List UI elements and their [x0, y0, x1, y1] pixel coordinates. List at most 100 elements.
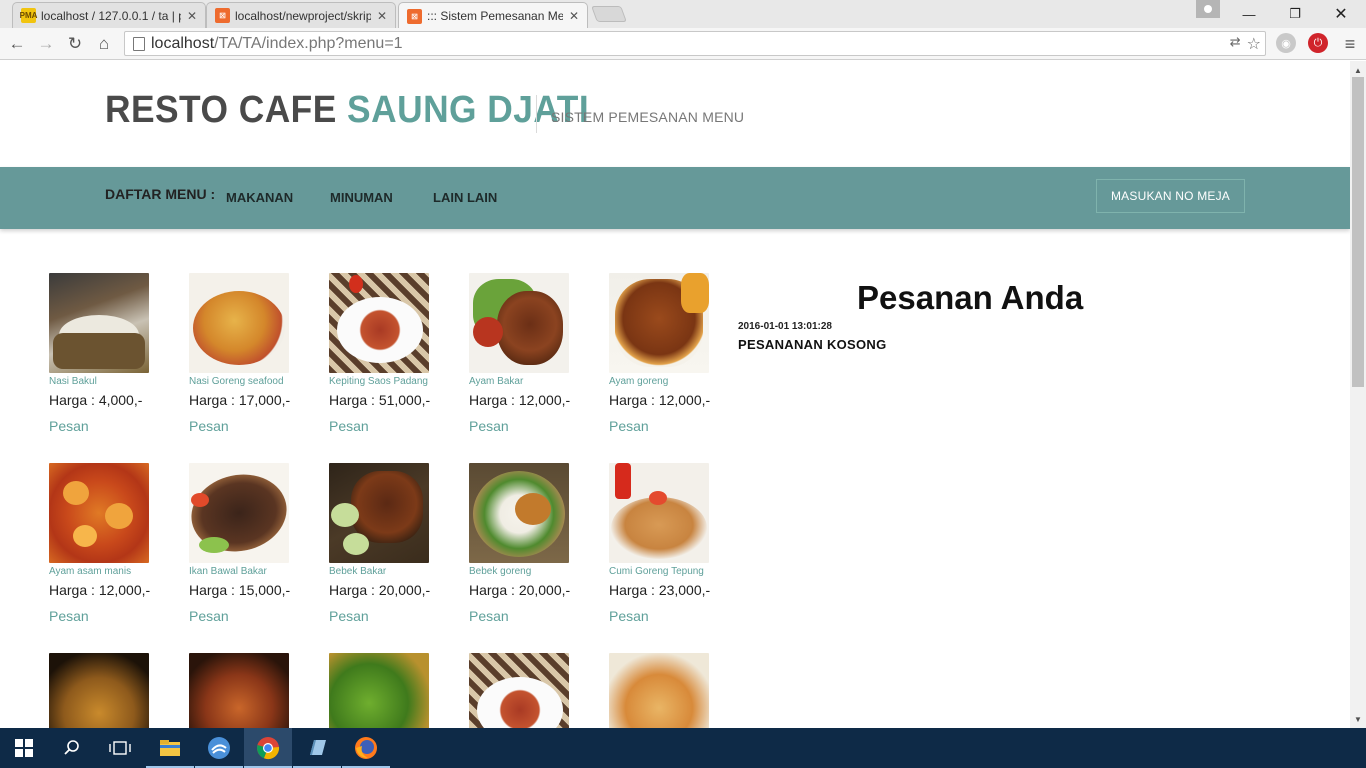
phpmyadmin-favicon-icon: PMA	[20, 8, 37, 23]
menu-item-name[interactable]: Ayam goreng	[609, 375, 709, 389]
browser-toolbar: ← → ↻ ⌂ localhost/TA/TA/index.php?menu=1…	[0, 28, 1366, 60]
menu-photo[interactable]	[49, 273, 149, 373]
url-host: localhost	[151, 34, 215, 52]
table-number-button[interactable]: MASUKAN NO MEJA	[1096, 179, 1245, 213]
address-bar[interactable]: localhost/TA/TA/index.php?menu=1 ⇄ ☆	[124, 31, 1266, 56]
scroll-up-arrow-icon[interactable]: ▲	[1350, 63, 1366, 77]
order-link[interactable]: Pesan	[49, 608, 169, 624]
site-brand[interactable]: RESTO CAFE SAUNG DJATI	[105, 89, 589, 132]
price-value: 12,000,-	[658, 392, 711, 408]
menu-item-price: Harga : 17,000,-	[189, 392, 309, 408]
order-link[interactable]: Pesan	[49, 418, 169, 434]
nav-item-lain-lain[interactable]: LAIN LAIN	[433, 190, 497, 205]
menu-item-name[interactable]: Ikan Bawal Bakar	[189, 565, 289, 579]
bookmark-star-icon[interactable]: ☆	[1247, 34, 1261, 54]
order-timestamp: 2016-01-01 13:01:28	[738, 321, 832, 332]
menu-item-name[interactable]: Ayam asam manis	[49, 565, 149, 579]
menu-item-name[interactable]: Ayam Bakar	[469, 375, 569, 389]
reload-icon[interactable]: ↻	[63, 32, 87, 56]
price-prefix: Harga :	[469, 392, 519, 408]
forward-arrow-icon[interactable]: →	[34, 32, 58, 56]
menu-photo[interactable]	[329, 653, 429, 728]
page-viewport: RESTO CAFE SAUNG DJATI SISTEM PEMESANAN …	[0, 61, 1350, 728]
new-tab-button[interactable]	[591, 6, 627, 22]
menu-photo[interactable]	[469, 273, 569, 373]
menu-photo[interactable]	[189, 653, 289, 728]
close-tab-icon[interactable]: ✕	[567, 9, 581, 23]
os-taskbar	[0, 728, 1366, 768]
chrome-icon[interactable]	[244, 728, 292, 768]
order-link[interactable]: Pesan	[189, 608, 309, 624]
app-browser-icon[interactable]	[195, 728, 243, 768]
site-tagline: SISTEM PEMESANAN MENU	[551, 109, 745, 125]
translate-icon[interactable]: ⇄	[1230, 34, 1241, 54]
menu-card: Ayam goreng Harga : 12,000,- Pesan	[609, 273, 729, 434]
browser-tab[interactable]: ⊠ localhost/newproject/skrip ✕	[206, 2, 396, 28]
order-link[interactable]: Pesan	[329, 418, 449, 434]
profile-icon[interactable]	[1196, 0, 1220, 18]
windows-start-icon[interactable]	[0, 728, 48, 768]
back-arrow-icon[interactable]: ←	[5, 32, 29, 56]
order-link[interactable]: Pesan	[469, 608, 589, 624]
browser-tab[interactable]: PMA localhost / 127.0.0.1 / ta | p ✕	[12, 2, 206, 28]
menu-photo[interactable]	[609, 653, 709, 728]
nav-item-makanan[interactable]: MAKANAN	[226, 190, 293, 205]
order-link[interactable]: Pesan	[329, 608, 449, 624]
menu-photo[interactable]	[469, 463, 569, 563]
order-link[interactable]: Pesan	[609, 608, 729, 624]
menu-item-name[interactable]: Cumi Goreng Tepung	[609, 565, 709, 579]
task-view-icon[interactable]	[96, 728, 144, 768]
file-explorer-icon[interactable]	[146, 728, 194, 768]
minimize-icon[interactable]: —	[1226, 0, 1272, 28]
restore-icon[interactable]: ❐	[1272, 0, 1318, 28]
menu-photo[interactable]	[609, 273, 709, 373]
browser-tab-active[interactable]: ⊠ ::: Sistem Pemesanan Menu ✕	[398, 2, 588, 29]
price-value: 23,000,-	[658, 582, 711, 598]
menu-photo[interactable]	[609, 463, 709, 563]
menu-photo[interactable]	[469, 653, 569, 728]
menu-item-price: Harga : 15,000,-	[189, 582, 309, 598]
menu-item-name[interactable]: Nasi Goreng seafood	[189, 375, 289, 389]
close-tab-icon[interactable]: ✕	[375, 9, 389, 23]
menu-card	[469, 653, 589, 728]
page-scrollbar[interactable]: ▲ ▼	[1350, 61, 1366, 728]
url-path: /TA/TA/index.php?menu=1	[214, 34, 403, 52]
text-editor-icon[interactable]	[293, 728, 341, 768]
brand-divider	[536, 95, 537, 133]
menu-item-name[interactable]: Kepiting Saos Padang	[329, 375, 429, 389]
menu-photo[interactable]	[329, 463, 429, 563]
browser-tab-title: localhost / 127.0.0.1 / ta | p	[41, 8, 181, 23]
price-value: 20,000,-	[518, 582, 571, 598]
address-url: localhost/TA/TA/index.php?menu=1	[151, 35, 403, 53]
menu-item-name[interactable]: Bebek goreng	[469, 565, 569, 579]
extension-icon[interactable]: ◉	[1276, 33, 1296, 53]
menu-card	[609, 653, 729, 728]
nav-item-minuman[interactable]: MINUMAN	[330, 190, 393, 205]
menu-card	[329, 653, 449, 728]
menu-item-name[interactable]: Bebek Bakar	[329, 565, 429, 579]
home-icon[interactable]: ⌂	[92, 32, 116, 56]
close-tab-icon[interactable]: ✕	[185, 9, 199, 23]
order-link[interactable]: Pesan	[609, 418, 729, 434]
menu-photo[interactable]	[189, 463, 289, 563]
xampp-favicon-icon: ⊠	[215, 8, 230, 23]
close-window-icon[interactable]: ✕	[1318, 0, 1364, 28]
menu-card	[189, 653, 309, 728]
scroll-down-arrow-icon[interactable]: ▼	[1350, 712, 1366, 726]
firefox-icon[interactable]	[342, 728, 390, 768]
menu-photo[interactable]	[189, 273, 289, 373]
price-value: 20,000,-	[378, 582, 431, 598]
menu-photo[interactable]	[49, 653, 149, 728]
power-extension-icon[interactable]: ⏻	[1308, 33, 1328, 53]
menu-item-name[interactable]: Nasi Bakul	[49, 375, 149, 389]
scroll-thumb[interactable]	[1352, 77, 1364, 387]
order-link[interactable]: Pesan	[469, 418, 589, 434]
price-value: 17,000,-	[238, 392, 291, 408]
menu-card: Ikan Bawal Bakar Harga : 15,000,- Pesan	[189, 463, 309, 624]
browser-menu-icon[interactable]: ≡	[1340, 32, 1360, 56]
search-icon[interactable]	[48, 728, 96, 768]
browser-tab-title: ::: Sistem Pemesanan Menu	[427, 9, 563, 23]
menu-photo[interactable]	[49, 463, 149, 563]
menu-photo[interactable]	[329, 273, 429, 373]
order-link[interactable]: Pesan	[189, 418, 309, 434]
